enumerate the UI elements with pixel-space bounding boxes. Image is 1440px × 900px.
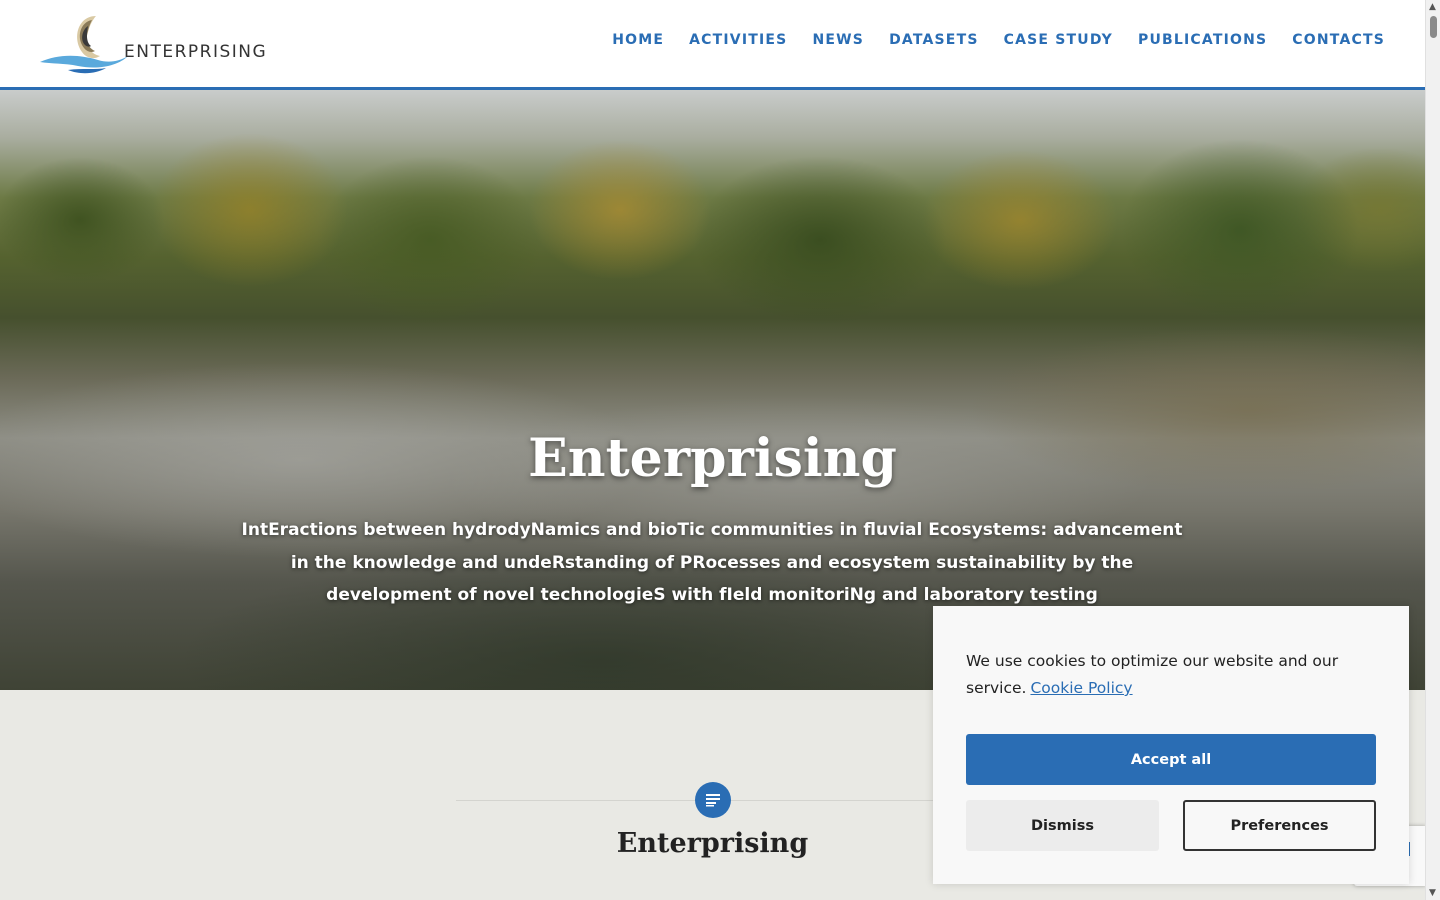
- site-header: ENTERPRISING HOME ACTIVITIES NEWS DATASE…: [0, 0, 1425, 90]
- cookie-policy-link[interactable]: Cookie Policy: [1030, 679, 1132, 697]
- preferences-button[interactable]: Preferences: [1183, 800, 1376, 851]
- cookie-message-container: We use cookies to optimize our website a…: [966, 648, 1386, 702]
- document-icon: [695, 782, 731, 818]
- cookie-message: We use cookies to optimize our website a…: [966, 652, 1339, 697]
- hero-title: Enterprising: [528, 428, 897, 489]
- nav-news[interactable]: NEWS: [812, 32, 864, 48]
- hero-banner: Enterprising IntEractions between hydrod…: [0, 90, 1425, 690]
- accept-all-button[interactable]: Accept all: [966, 734, 1376, 785]
- logo-icon: [40, 16, 128, 74]
- nav-home[interactable]: HOME: [612, 32, 664, 48]
- nav-publications[interactable]: PUBLICATIONS: [1138, 32, 1267, 48]
- scroll-up-arrow-icon[interactable]: ▲: [1429, 2, 1436, 12]
- nav-contacts[interactable]: CONTACTS: [1292, 32, 1385, 48]
- hero-background-image: [0, 90, 1425, 350]
- page-scrollbar[interactable]: ▲ ▼: [1425, 0, 1440, 900]
- main-nav: HOME ACTIVITIES NEWS DATASETS CASE STUDY…: [587, 32, 1385, 48]
- hero-subtitle: IntEractions between hydrodyNamics and b…: [241, 520, 1183, 605]
- nav-activities[interactable]: ACTIVITIES: [689, 32, 787, 48]
- logo-text: ENTERPRISING: [124, 42, 268, 62]
- nav-datasets[interactable]: DATASETS: [889, 32, 979, 48]
- scrollbar-thumb[interactable]: [1430, 16, 1437, 38]
- scroll-down-arrow-icon[interactable]: ▼: [1429, 888, 1436, 898]
- site-logo[interactable]: ENTERPRISING: [38, 10, 268, 76]
- dismiss-button[interactable]: Dismiss: [966, 800, 1159, 851]
- nav-case-study[interactable]: CASE STUDY: [1004, 32, 1113, 48]
- cookie-banner: We use cookies to optimize our website a…: [933, 606, 1409, 884]
